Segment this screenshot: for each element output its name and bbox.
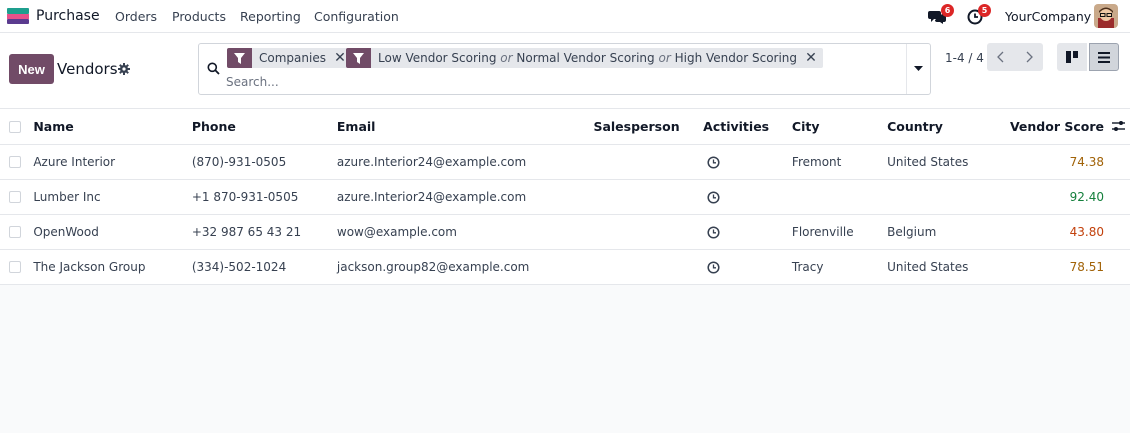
column-header-phone[interactable]: Phone: [191, 109, 337, 145]
purchase-app-icon[interactable]: [7, 8, 29, 24]
chevron-right-icon: [1026, 51, 1033, 63]
column-header-country[interactable]: Country: [887, 109, 1010, 145]
table-header-row: Name Phone Email Salesperson Activities …: [0, 109, 1130, 145]
list-view-button[interactable]: [1089, 43, 1119, 71]
table-row[interactable]: Azure Interior (870)-931-0505 azure.Inte…: [0, 144, 1130, 180]
company-switcher[interactable]: YourCompany: [1005, 9, 1091, 24]
search-box[interactable]: Companies ✕ Low Vendor Scoring or Normal…: [198, 43, 931, 95]
table-row[interactable]: The Jackson Group (334)-502-1024 jackson…: [0, 249, 1130, 285]
cell-country: United States: [887, 144, 1010, 180]
kanban-view-button[interactable]: [1057, 43, 1087, 71]
table-row[interactable]: Lumber Inc +1 870-931-0505 azure.Interio…: [0, 179, 1130, 215]
facet-label: Companies: [259, 51, 326, 65]
cell-salesperson: [593, 144, 704, 180]
pager-previous-button[interactable]: [987, 43, 1015, 71]
search-input[interactable]: [226, 73, 896, 90]
cell-name: The Jackson Group: [33, 249, 192, 285]
vendors-table: Name Phone Email Salesperson Activities …: [0, 109, 1130, 285]
cell-city: Florenville: [791, 214, 888, 250]
cell-name: Azure Interior: [33, 144, 192, 180]
filter-facet-companies: Companies ✕: [227, 48, 352, 68]
top-navbar: Purchase Orders Products Reporting Confi…: [0, 0, 1130, 33]
optional-columns-icon[interactable]: [1112, 120, 1125, 132]
list-view-icon: [1098, 51, 1110, 63]
clock-icon[interactable]: [707, 225, 720, 239]
cell-name: Lumber Inc: [33, 179, 192, 215]
search-icon: [207, 62, 220, 75]
cell-salesperson: [593, 179, 704, 215]
vendor-score-label: Vendor Score: [1009, 118, 1104, 134]
cell-activities: [703, 144, 792, 180]
app-name[interactable]: Purchase: [36, 8, 100, 24]
cell-phone: +32 987 65 43 21: [191, 214, 337, 250]
remove-icon[interactable]: ✕: [803, 48, 819, 68]
cell-activities: [703, 249, 792, 285]
kanban-view-icon: [1066, 51, 1078, 63]
caret-down-icon: [914, 66, 923, 71]
select-all-cell: [0, 109, 34, 145]
cell-activities: [703, 179, 792, 215]
row-select-cell: [0, 179, 34, 215]
cell-salesperson: [593, 249, 704, 285]
cell-email: azure.Interior24@example.com: [336, 144, 594, 180]
chevron-left-icon: [997, 51, 1004, 63]
cell-activities: [703, 214, 792, 250]
activities-badge: 5: [978, 4, 991, 17]
row-select-cell: [0, 214, 34, 250]
facet-label: Low Vendor Scoring or Normal Vendor Scor…: [378, 51, 798, 65]
menu-products[interactable]: Products: [172, 9, 226, 24]
messages-badge: 6: [941, 4, 954, 17]
column-header-city[interactable]: City: [791, 109, 888, 145]
row-checkbox[interactable]: [9, 156, 21, 168]
cell-city: Tracy: [791, 249, 888, 285]
cell-email: azure.Interior24@example.com: [336, 179, 594, 215]
avatar[interactable]: [1094, 4, 1118, 28]
cell-phone: (870)-931-0505: [191, 144, 337, 180]
pager-value[interactable]: 1-4 / 4: [945, 51, 984, 65]
cell-salesperson: [593, 214, 704, 250]
cell-country: United States: [887, 249, 1010, 285]
clock-icon[interactable]: [707, 190, 720, 204]
row-select-cell: [0, 144, 34, 180]
row-checkbox[interactable]: [9, 191, 21, 203]
clock-icon[interactable]: [707, 155, 720, 169]
cell-country: Belgium: [887, 214, 1010, 250]
menu-reporting[interactable]: Reporting: [240, 9, 301, 24]
column-header-name[interactable]: Name: [33, 109, 192, 145]
column-header-vendor-score[interactable]: Vendor Score: [1009, 109, 1130, 145]
cell-vendor-score: 43.80: [1009, 214, 1130, 250]
column-header-salesperson[interactable]: Salesperson: [593, 109, 704, 145]
gear-icon[interactable]: [118, 63, 130, 75]
menu-orders[interactable]: Orders: [115, 9, 157, 24]
search-options-toggle[interactable]: [906, 44, 930, 94]
cell-phone: +1 870-931-0505: [191, 179, 337, 215]
cell-email: jackson.group82@example.com: [336, 249, 594, 285]
clock-icon[interactable]: [707, 260, 720, 274]
column-header-email[interactable]: Email: [336, 109, 594, 145]
cell-email: wow@example.com: [336, 214, 594, 250]
row-select-cell: [0, 249, 34, 285]
cell-name: OpenWood: [33, 214, 192, 250]
menu-configuration[interactable]: Configuration: [314, 9, 399, 24]
pager-next-button[interactable]: [1015, 43, 1043, 71]
cell-city: [791, 179, 888, 215]
filter-facet-vendor-scoring: Low Vendor Scoring or Normal Vendor Scor…: [346, 48, 824, 68]
filter-icon: [227, 48, 252, 68]
row-checkbox[interactable]: [9, 261, 21, 273]
cell-vendor-score: 74.38: [1009, 144, 1130, 180]
table-row[interactable]: OpenWood +32 987 65 43 21 wow@example.co…: [0, 214, 1130, 250]
cell-vendor-score: 92.40: [1009, 179, 1130, 215]
cell-phone: (334)-502-1024: [191, 249, 337, 285]
column-header-activities[interactable]: Activities: [703, 109, 792, 145]
row-checkbox[interactable]: [9, 226, 21, 238]
control-panel: New Vendors Companies ✕ Low Vendor Scori…: [0, 33, 1130, 109]
cell-city: Fremont: [791, 144, 888, 180]
filter-icon: [346, 48, 371, 68]
new-button[interactable]: New: [9, 54, 54, 84]
cell-vendor-score: 78.51: [1009, 249, 1130, 285]
breadcrumb: Vendors: [57, 60, 118, 78]
select-all-checkbox[interactable]: [9, 121, 21, 134]
cell-country: [887, 179, 1010, 215]
